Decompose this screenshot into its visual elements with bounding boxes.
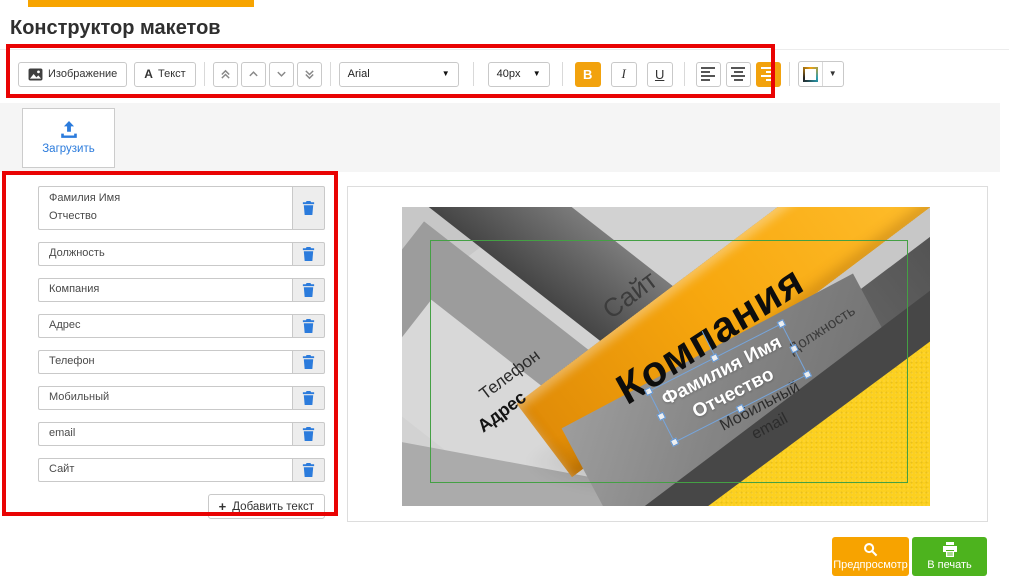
send-to-back-button[interactable] <box>297 62 322 87</box>
move-down-button[interactable] <box>269 62 294 87</box>
font-size-value: 40px <box>497 68 521 80</box>
delete-field-button[interactable] <box>292 186 325 230</box>
print-label: В печать <box>927 559 971 571</box>
align-right-button[interactable] <box>756 62 781 87</box>
field-row-position: Должность <box>38 242 325 266</box>
align-center-button[interactable] <box>726 62 751 87</box>
printer-icon <box>942 542 958 557</box>
field-row-mobile: Мобильный <box>38 386 325 410</box>
delete-field-button[interactable] <box>292 278 325 302</box>
field-row-phone: Телефон <box>38 350 325 374</box>
chevron-up-icon <box>248 70 259 78</box>
plus-icon: + <box>219 499 227 514</box>
font-size-select[interactable]: 40px ▼ <box>488 62 550 87</box>
image-icon <box>28 68 43 81</box>
field-row-site: Сайт <box>38 458 325 482</box>
print-button[interactable]: В печать <box>912 537 987 576</box>
insert-text-button[interactable]: A Текст <box>134 62 195 87</box>
trash-icon <box>301 390 316 406</box>
trash-icon <box>301 462 316 478</box>
trash-icon <box>301 354 316 370</box>
caret-down-icon: ▼ <box>829 70 837 78</box>
field-input-phone[interactable]: Телефон <box>38 350 292 374</box>
color-swatch-icon <box>803 67 818 82</box>
field-row-email: email <box>38 422 325 446</box>
delete-field-button[interactable] <box>292 350 325 374</box>
add-text-label: Добавить текст <box>232 501 314 513</box>
font-family-value: Arial <box>348 68 370 80</box>
page-title: Конструктор макетов <box>10 17 221 40</box>
delete-field-button[interactable] <box>292 458 325 482</box>
field-input-position[interactable]: Должность <box>38 242 292 266</box>
upload-label: Загрузить <box>42 143 95 155</box>
layout-constructor-screen: Конструктор макетов Изображение A Текст <box>0 0 1009 584</box>
underline-button[interactable]: U <box>647 62 673 87</box>
field-row-address: Адрес <box>38 314 325 338</box>
toolbar-divider <box>204 62 205 86</box>
toolbar-divider <box>330 62 331 86</box>
toolbar-divider <box>684 62 685 86</box>
toolbar-divider <box>562 62 563 86</box>
align-left-button[interactable] <box>696 62 721 87</box>
field-input-email[interactable]: email <box>38 422 292 446</box>
business-card-canvas[interactable]: Сайт Компания Телефон Адрес Должность Мо… <box>402 207 930 506</box>
field-input-company[interactable]: Компания <box>38 278 292 302</box>
trash-icon <box>301 426 316 442</box>
font-family-select[interactable]: Arial ▼ <box>339 62 459 87</box>
field-input-mobile[interactable]: Мобильный <box>38 386 292 410</box>
text-field-list: Фамилия Имя Отчество Должность Компания … <box>38 186 325 519</box>
delete-field-button[interactable] <box>292 242 325 266</box>
canvas-panel: Сайт Компания Телефон Адрес Должность Мо… <box>347 186 988 522</box>
insert-image-label: Изображение <box>48 68 117 80</box>
move-up-button[interactable] <box>241 62 266 87</box>
active-tab-indicator <box>28 0 254 7</box>
title-divider <box>0 49 1009 50</box>
toolbar-divider <box>789 62 790 86</box>
field-input-address[interactable]: Адрес <box>38 314 292 338</box>
color-swatch-button[interactable] <box>799 62 823 86</box>
color-dropdown-button[interactable]: ▼ <box>823 62 843 86</box>
italic-button[interactable]: I <box>611 62 637 87</box>
double-chevron-down-icon <box>304 69 315 80</box>
chevron-down-icon <box>276 70 287 78</box>
delete-field-button[interactable] <box>292 314 325 338</box>
insert-image-button[interactable]: Изображение <box>18 62 127 87</box>
delete-field-button[interactable] <box>292 422 325 446</box>
upload-icon <box>59 121 79 139</box>
upload-button[interactable]: Загрузить <box>22 108 115 168</box>
trash-icon <box>301 200 316 216</box>
insert-text-label: Текст <box>158 68 186 80</box>
upload-section: Загрузить <box>0 103 1000 172</box>
bring-to-front-button[interactable] <box>213 62 238 87</box>
bold-button[interactable]: B <box>575 62 601 87</box>
editor-toolbar: Изображение A Текст <box>18 60 844 88</box>
magnifier-icon <box>863 542 878 557</box>
caret-down-icon: ▼ <box>533 70 541 78</box>
text-color-picker[interactable]: ▼ <box>798 61 844 87</box>
align-center-icon <box>731 67 745 81</box>
trash-icon <box>301 282 316 298</box>
delete-field-button[interactable] <box>292 386 325 410</box>
preview-label: Предпросмотр <box>833 559 908 571</box>
align-right-icon <box>761 67 775 81</box>
trash-icon <box>301 246 316 262</box>
field-input-site[interactable]: Сайт <box>38 458 292 482</box>
field-input-name[interactable]: Фамилия Имя Отчество <box>38 186 292 230</box>
double-chevron-up-icon <box>220 69 231 80</box>
caret-down-icon: ▼ <box>442 70 450 78</box>
field-row-name: Фамилия Имя Отчество <box>38 186 325 230</box>
align-left-icon <box>701 67 715 81</box>
toolbar-divider <box>473 62 474 86</box>
text-icon: A <box>144 67 153 81</box>
add-text-button[interactable]: + Добавить текст <box>208 494 325 519</box>
trash-icon <box>301 318 316 334</box>
field-row-company: Компания <box>38 278 325 302</box>
preview-button[interactable]: Предпросмотр <box>832 537 909 576</box>
